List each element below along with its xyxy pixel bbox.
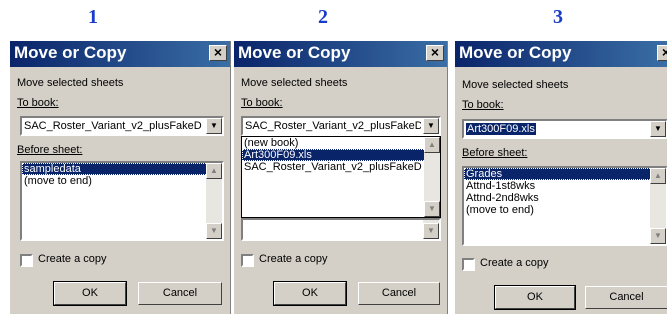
to-book-label: To book: bbox=[241, 97, 283, 109]
cancel-button[interactable]: Cancel bbox=[358, 282, 440, 305]
ok-button[interactable]: OK bbox=[494, 285, 576, 310]
to-book-label: To book: bbox=[17, 97, 59, 109]
dropdown-option[interactable]: SAC_Roster_Variant_v2_plusFakeD bbox=[242, 161, 440, 173]
list-scrollbar[interactable]: ▲ ▼ bbox=[206, 163, 222, 239]
to-book-options-list[interactable]: (new book) Art300F09.xls SAC_Roster_Vari… bbox=[241, 136, 441, 218]
list-scrollbar[interactable]: ▼ bbox=[423, 220, 439, 239]
step-number-3: 3 bbox=[553, 6, 563, 28]
title-bar: Move or Copy × bbox=[455, 41, 667, 67]
before-sheet-list[interactable]: Grades Attnd-1st8wks Attnd-2nd8wks (move… bbox=[462, 166, 667, 246]
scroll-down-icon[interactable]: ▼ bbox=[206, 223, 222, 239]
create-copy-label: Create a copy bbox=[38, 253, 107, 265]
ok-button[interactable]: OK bbox=[273, 281, 347, 306]
chevron-down-icon[interactable]: ▼ bbox=[650, 121, 666, 137]
close-icon[interactable]: × bbox=[209, 45, 227, 61]
scroll-up-icon[interactable]: ▲ bbox=[206, 163, 222, 179]
create-copy-label: Create a copy bbox=[480, 257, 549, 269]
scroll-up-icon[interactable]: ▲ bbox=[424, 137, 440, 153]
chevron-down-icon[interactable]: ▼ bbox=[206, 118, 222, 134]
title-bar: Move or Copy × bbox=[234, 41, 447, 67]
to-book-dropdown[interactable]: Art300F09.xls ▼ bbox=[462, 119, 667, 139]
to-book-dropdown[interactable]: SAC_Roster_Variant_v2_plusFakeD ▼ bbox=[241, 116, 441, 136]
create-copy-checkbox[interactable] bbox=[462, 258, 475, 271]
ok-button[interactable]: OK bbox=[53, 281, 127, 306]
create-copy-checkbox[interactable] bbox=[241, 254, 254, 267]
close-icon[interactable]: × bbox=[657, 45, 667, 61]
before-sheet-label: Before sheet: bbox=[17, 144, 83, 156]
chevron-down-icon[interactable]: ▼ bbox=[423, 118, 439, 134]
list-item[interactable]: (move to end) bbox=[464, 204, 666, 216]
scroll-up-icon[interactable]: ▲ bbox=[650, 168, 666, 184]
list-item[interactable]: (move to end) bbox=[22, 175, 222, 187]
before-sheet-list[interactable]: sampledata (move to end) ▲ ▼ bbox=[20, 161, 224, 241]
dropdown-option-highlighted[interactable]: Art300F09.xls bbox=[242, 149, 440, 161]
move-selected-label: Move selected sheets bbox=[462, 79, 569, 91]
before-sheet-label: Before sheet: bbox=[462, 147, 528, 159]
before-sheet-list[interactable]: ▼ bbox=[241, 218, 441, 241]
move-copy-dialog-3: Move or Copy × Move selected sheets To b… bbox=[454, 41, 667, 314]
step-number-1: 1 bbox=[88, 6, 98, 28]
to-book-value: Art300F09.xls bbox=[466, 123, 536, 135]
scroll-down-icon[interactable]: ▼ bbox=[424, 201, 440, 217]
close-icon[interactable]: × bbox=[426, 45, 444, 61]
dropdown-scrollbar[interactable]: ▲ ▼ bbox=[424, 137, 440, 217]
scroll-down-icon[interactable]: ▼ bbox=[650, 228, 666, 244]
create-copy-label: Create a copy bbox=[259, 253, 328, 265]
list-item[interactable]: Attnd-1st8wks bbox=[464, 180, 666, 192]
create-copy-checkbox[interactable] bbox=[20, 254, 33, 267]
title-bar: Move or Copy × bbox=[10, 41, 230, 67]
dropdown-option[interactable]: (new book) bbox=[242, 137, 440, 149]
move-copy-dialog-1: Move or Copy × Move selected sheets To b… bbox=[9, 41, 231, 314]
list-scrollbar[interactable]: ▲ ▼ bbox=[650, 168, 666, 244]
to-book-value: SAC_Roster_Variant_v2_plusFakeD bbox=[24, 120, 202, 132]
scroll-down-icon[interactable]: ▼ bbox=[423, 223, 439, 239]
cancel-button[interactable]: Cancel bbox=[585, 286, 667, 309]
cancel-button[interactable]: Cancel bbox=[138, 282, 222, 305]
move-selected-label: Move selected sheets bbox=[17, 77, 124, 89]
to-book-dropdown[interactable]: SAC_Roster_Variant_v2_plusFakeD ▼ bbox=[20, 116, 224, 136]
to-book-value: SAC_Roster_Variant_v2_plusFakeD bbox=[245, 120, 421, 132]
list-item[interactable]: Attnd-2nd8wks bbox=[464, 192, 666, 204]
move-copy-dialog-2: Move or Copy × Move selected sheets To b… bbox=[233, 41, 448, 314]
list-item-selected[interactable]: sampledata bbox=[22, 163, 222, 175]
list-item-selected[interactable]: Grades bbox=[464, 168, 666, 180]
step-number-2: 2 bbox=[318, 6, 328, 28]
dialog-title: Move or Copy bbox=[14, 43, 127, 62]
to-book-label: To book: bbox=[462, 99, 504, 111]
move-selected-label: Move selected sheets bbox=[241, 77, 348, 89]
dialog-title: Move or Copy bbox=[459, 43, 572, 62]
dialog-title: Move or Copy bbox=[238, 43, 351, 62]
